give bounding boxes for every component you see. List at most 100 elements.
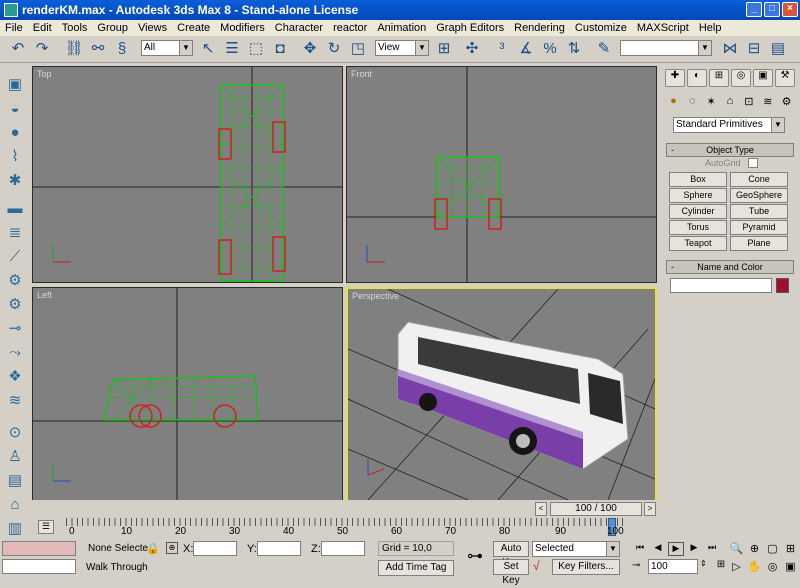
default-in-out-tangent-icon[interactable]: √ — [533, 559, 549, 575]
motor-icon[interactable]: ⚙ — [5, 271, 25, 291]
geometry-icon[interactable]: ● — [665, 95, 682, 113]
sphere-button[interactable]: Sphere — [669, 188, 727, 203]
maxscript-input[interactable] — [2, 559, 76, 574]
y-coordinate-field[interactable] — [257, 541, 301, 556]
reference-coordinate-dropdown[interactable]: View ▼ — [375, 40, 429, 56]
object-color-swatch[interactable] — [776, 278, 789, 293]
cone-button[interactable]: Cone — [730, 172, 788, 187]
unlink-icon[interactable]: ⚯ — [88, 39, 108, 59]
field-of-view-icon[interactable]: ▷ — [728, 560, 745, 577]
edit-named-selection-icon[interactable]: ✎ — [594, 39, 614, 59]
pivot-center-icon[interactable]: ⊞ — [434, 39, 454, 59]
viewport-left[interactable]: Left — [32, 287, 343, 502]
plane-icon[interactable]: ▬ — [5, 199, 25, 219]
window-crossing-icon[interactable]: ◘ — [270, 39, 290, 59]
select-and-link-icon[interactable]: ⛓ — [64, 39, 84, 59]
toy-car-icon[interactable]: ⊸ — [5, 319, 25, 339]
select-by-name-icon[interactable]: ☰ — [222, 39, 242, 59]
pyramid-button[interactable]: Pyramid — [730, 220, 788, 235]
snaps-toggle-icon[interactable]: ³ — [492, 39, 512, 59]
key-mode-toggle-icon[interactable]: ⊸ — [632, 560, 644, 572]
menu-animation[interactable]: Animation — [372, 22, 431, 34]
create-tab-icon[interactable]: ✚ — [665, 69, 685, 87]
select-object-icon[interactable]: ↖ — [198, 39, 218, 59]
undo-icon[interactable]: ↶ — [8, 39, 28, 59]
maximize-viewport-icon[interactable]: ▣ — [782, 560, 799, 577]
lights-icon[interactable]: ✶ — [703, 95, 720, 113]
minimize-button[interactable]: _ — [746, 2, 762, 17]
time-slider-prev-icon[interactable]: < — [535, 502, 547, 516]
menu-maxscript[interactable]: MAXScript — [632, 22, 694, 34]
time-slider[interactable]: < 100 / 100 > — [30, 500, 661, 518]
menu-group[interactable]: Group — [92, 22, 133, 34]
zoom-all-icon[interactable]: ⊕ — [746, 542, 763, 559]
time-slider-thumb[interactable]: 100 / 100 — [550, 502, 642, 516]
create-animation-icon[interactable]: ⌂ — [5, 495, 25, 515]
menu-character[interactable]: Character — [270, 22, 328, 34]
motion-tab-icon[interactable]: ◎ — [731, 69, 751, 87]
cloth-icon[interactable]: ◒ — [5, 99, 25, 119]
viewport-front[interactable]: Front — [346, 66, 657, 283]
go-to-end-icon[interactable]: ⏭ — [704, 542, 720, 556]
soft-body-icon[interactable]: ● — [5, 123, 25, 143]
current-frame-field[interactable]: 100 — [648, 559, 698, 574]
align-icon[interactable]: ⊟ — [744, 39, 764, 59]
spinner-snap-icon[interactable]: ⇅ — [564, 39, 584, 59]
autogrid-checkbox[interactable] — [748, 158, 758, 168]
menu-rendering[interactable]: Rendering — [509, 22, 570, 34]
set-key-mode-icon[interactable]: ⊶ — [460, 546, 490, 568]
next-frame-icon[interactable]: ▶ — [686, 542, 702, 556]
previous-frame-icon[interactable]: ◀ — [650, 542, 666, 556]
redo-icon[interactable]: ↷ — [32, 39, 52, 59]
pan-icon[interactable]: ✋ — [746, 560, 763, 577]
set-key-button[interactable]: Set Key — [493, 559, 529, 586]
frame-spinner-icon[interactable]: ⇕ — [700, 559, 710, 574]
auto-key-button[interactable]: Auto Key — [493, 541, 529, 568]
menu-create[interactable]: Create — [172, 22, 215, 34]
layer-manager-icon[interactable]: ▤ — [768, 39, 788, 59]
dashpot-icon[interactable]: ⟋ — [5, 247, 25, 267]
teapot-button[interactable]: Teapot — [669, 236, 727, 251]
object-type-rollout-header[interactable]: - Object Type — [666, 143, 794, 157]
viewport-perspective[interactable]: Perspective — [346, 287, 657, 502]
rigid-body-icon[interactable]: ▣ — [5, 75, 25, 95]
display-tab-icon[interactable]: ▣ — [753, 69, 773, 87]
arc-rotate-icon[interactable]: ◎ — [764, 560, 781, 577]
hinge-icon[interactable]: ⊙ — [5, 423, 25, 443]
select-and-rotate-icon[interactable]: ↻ — [324, 39, 344, 59]
utilities-tab-icon[interactable]: ⚒ — [775, 69, 795, 87]
deform-mesh-icon[interactable]: ✱ — [5, 171, 25, 191]
select-and-manipulate-icon[interactable]: ✣ — [462, 39, 482, 59]
play-icon[interactable]: ▶ — [668, 542, 684, 556]
selection-filter-dropdown[interactable]: All ▼ — [141, 40, 193, 56]
add-time-tag-button[interactable]: Add Time Tag — [378, 560, 454, 576]
menu-tools[interactable]: Tools — [57, 22, 93, 34]
zoom-icon[interactable]: 🔍 — [728, 542, 745, 559]
maxscript-listener-mini[interactable] — [2, 541, 76, 556]
bind-space-warp-icon[interactable]: § — [112, 39, 132, 59]
go-to-start-icon[interactable]: ⏮ — [632, 542, 648, 556]
menu-customize[interactable]: Customize — [570, 22, 632, 34]
close-button[interactable]: × — [782, 2, 798, 17]
track-bar[interactable]: ☰ 0 10 20 30 40 50 60 70 80 90 100 — [30, 518, 661, 538]
systems-icon[interactable]: ⚙ — [778, 95, 795, 113]
z-coordinate-field[interactable] — [321, 541, 365, 556]
constraint-icon[interactable]: ≋ — [5, 391, 25, 411]
lock-icon[interactable]: 🔒 — [146, 542, 160, 555]
mirror-icon[interactable]: ⋈ — [720, 39, 740, 59]
torus-button[interactable]: Torus — [669, 220, 727, 235]
space-warps-icon[interactable]: ≋ — [759, 95, 776, 113]
wind-icon[interactable]: ⚙ — [5, 295, 25, 315]
fracture-icon[interactable]: ⤳ — [5, 343, 25, 363]
primitive-category-dropdown[interactable]: Standard Primitives ▼ — [673, 117, 785, 133]
modify-tab-icon[interactable]: ◐ — [687, 69, 707, 87]
select-and-scale-icon[interactable]: ◳ — [348, 39, 368, 59]
menu-file[interactable]: File — [0, 22, 28, 34]
tube-button[interactable]: Tube — [730, 204, 788, 219]
mini-curve-editor-icon[interactable]: ☰ — [38, 520, 54, 534]
name-and-color-rollout-header[interactable]: - Name and Color — [666, 260, 794, 274]
menu-edit[interactable]: Edit — [28, 22, 57, 34]
rope-icon[interactable]: ⌇ — [5, 147, 25, 167]
spring-icon[interactable]: ≣ — [5, 223, 25, 243]
box-button[interactable]: Box — [669, 172, 727, 187]
